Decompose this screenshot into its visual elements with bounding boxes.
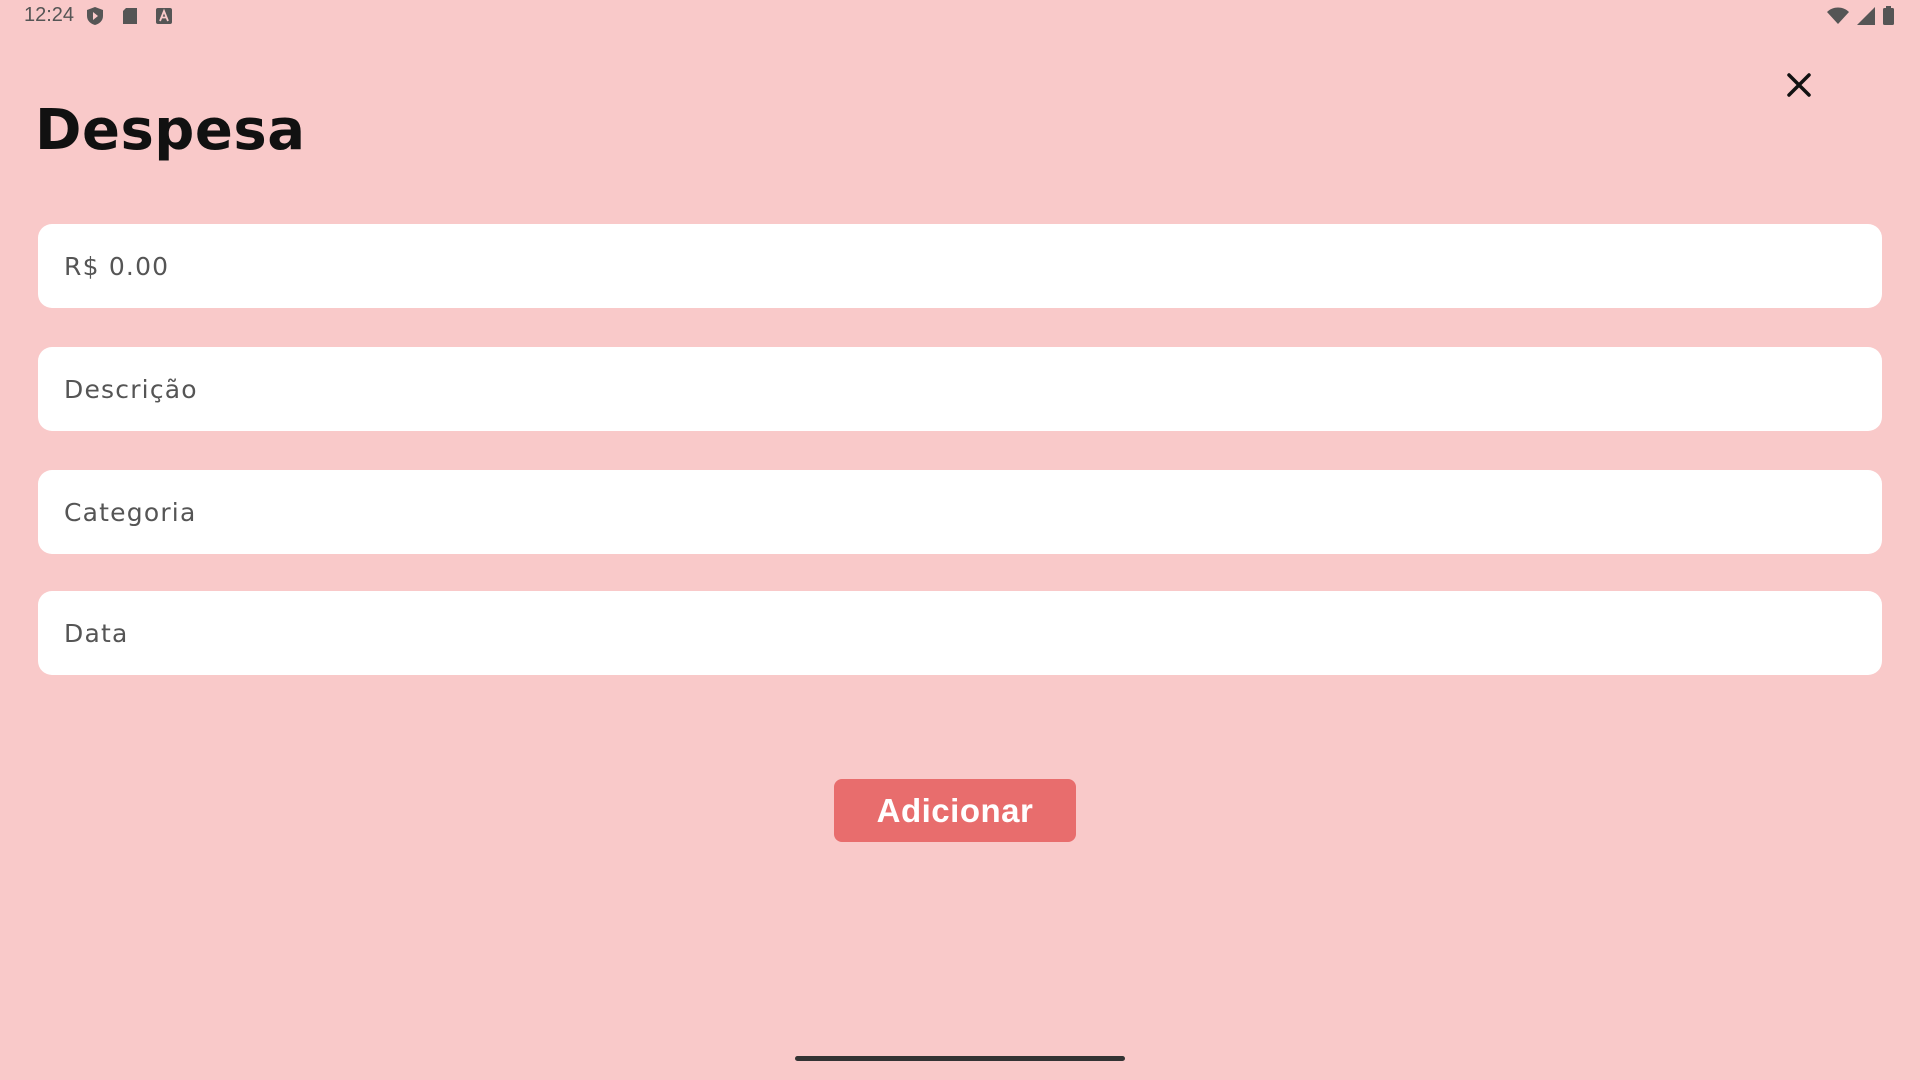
amount-input[interactable]: [62, 250, 1858, 282]
status-time: 12:24: [24, 4, 75, 26]
date-field[interactable]: [38, 591, 1882, 675]
amount-field[interactable]: [38, 224, 1882, 308]
status-bar: 12:24: [0, 0, 1920, 32]
category-field[interactable]: [38, 470, 1882, 554]
wifi-icon: [1827, 7, 1849, 25]
description-input[interactable]: [62, 373, 1858, 405]
cellular-signal-icon: [1857, 6, 1875, 25]
close-icon: [1786, 72, 1812, 102]
status-left-icons: [86, 6, 172, 26]
date-input[interactable]: [62, 617, 1858, 649]
status-right-icons: [1827, 6, 1894, 25]
description-field[interactable]: [38, 347, 1882, 431]
battery-icon: [1883, 6, 1894, 25]
add-button[interactable]: Adicionar: [834, 779, 1076, 842]
sd-card-icon: [122, 7, 138, 25]
text-a-icon: [156, 8, 172, 24]
page-title: Despesa: [35, 98, 306, 163]
close-button[interactable]: [1778, 66, 1820, 108]
category-input[interactable]: [62, 496, 1858, 528]
home-indicator[interactable]: [795, 1056, 1125, 1061]
shield-icon: [86, 6, 104, 26]
